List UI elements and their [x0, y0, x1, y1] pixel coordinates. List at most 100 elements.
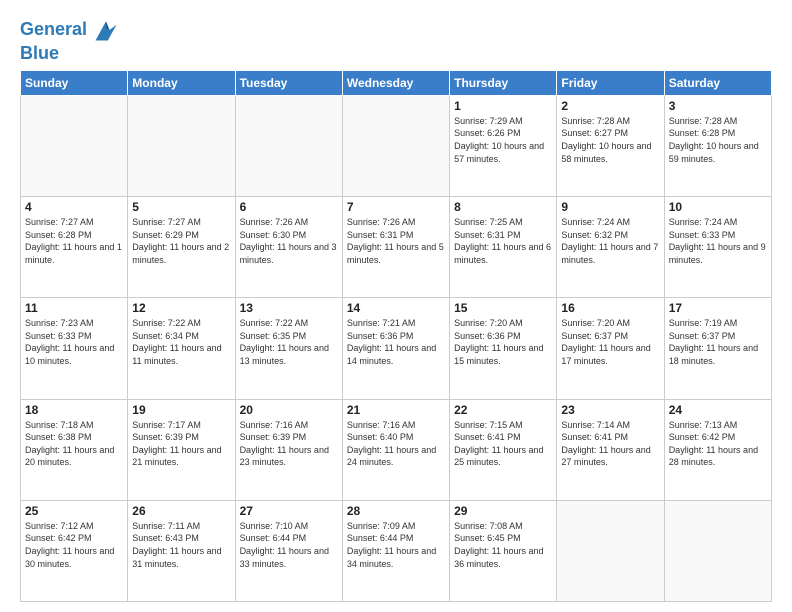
- calendar-cell: 17Sunrise: 7:19 AM Sunset: 6:37 PM Dayli…: [664, 298, 771, 399]
- day-number: 16: [561, 301, 659, 315]
- day-info: Sunrise: 7:23 AM Sunset: 6:33 PM Dayligh…: [25, 317, 123, 367]
- calendar-cell: 20 Sunrise: 7:16 AM Sunset: 6:39 PM Dayli…: [235, 399, 342, 500]
- day-number: 15: [454, 301, 552, 315]
- calendar-cell: 27 Sunrise: 7:10 AM Sunset: 6:44 PM Dayli…: [235, 500, 342, 601]
- day-info: Sunrise: 7:16 AM Sunset: 6:39 PM Dayligh…: [240, 419, 338, 469]
- day-info: Sunrise: 7:12 AM Sunset: 6:42 PM Dayligh…: [25, 520, 123, 570]
- day-number: 13: [240, 301, 338, 315]
- day-number: 24: [669, 403, 767, 417]
- calendar-cell: 6 Sunrise: 7:26 AM Sunset: 6:30 PM Daylig…: [235, 197, 342, 298]
- day-number: 27: [240, 504, 338, 518]
- calendar-cell: 12 Sunrise: 7:22 AM Sunset: 6:34 PM Dayli…: [128, 298, 235, 399]
- day-info: Sunrise: 7:28 AM Sunset: 6:28 PM Dayligh…: [669, 115, 767, 165]
- calendar-cell: [664, 500, 771, 601]
- day-number: 11: [25, 301, 123, 315]
- calendar-cell: 15 Sunrise: 7:20 AM Sunset: 6:36 PM Dayli…: [450, 298, 557, 399]
- day-header-saturday: Saturday: [664, 70, 771, 95]
- day-number: 7: [347, 200, 445, 214]
- day-info: Sunrise: 7:20 AM Sunset: 6:37 PM Dayligh…: [561, 317, 659, 367]
- day-info: Sunrise: 7:08 AM Sunset: 6:45 PM Dayligh…: [454, 520, 552, 570]
- calendar-cell: 3 Sunrise: 7:28 AM Sunset: 6:28 PM Daylig…: [664, 95, 771, 196]
- calendar-cell: 9 Sunrise: 7:24 AM Sunset: 6:32 PM Daylig…: [557, 197, 664, 298]
- page: General Blue SundayMondayTuesdayWednesda…: [0, 0, 792, 612]
- calendar-cell: [128, 95, 235, 196]
- calendar-cell: 23 Sunrise: 7:14 AM Sunset: 6:41 PM Dayli…: [557, 399, 664, 500]
- day-number: 4: [25, 200, 123, 214]
- day-info: Sunrise: 7:28 AM Sunset: 6:27 PM Dayligh…: [561, 115, 659, 165]
- day-number: 29: [454, 504, 552, 518]
- calendar-cell: 5Sunrise: 7:27 AM Sunset: 6:29 PM Daylig…: [128, 197, 235, 298]
- day-number: 19: [132, 403, 230, 417]
- logo-blue-text: Blue: [20, 44, 120, 64]
- calendar-cell: 22 Sunrise: 7:15 AM Sunset: 6:41 PM Dayli…: [450, 399, 557, 500]
- day-info: Sunrise: 7:14 AM Sunset: 6:41 PM Dayligh…: [561, 419, 659, 469]
- day-info: Sunrise: 7:18 AM Sunset: 6:38 PM Dayligh…: [25, 419, 123, 469]
- day-info: Sunrise: 7:27 AM Sunset: 6:28 PM Dayligh…: [25, 216, 123, 266]
- calendar-cell: 7 Sunrise: 7:26 AM Sunset: 6:31 PM Daylig…: [342, 197, 449, 298]
- day-info: Sunrise: 7:25 AM Sunset: 6:31 PM Dayligh…: [454, 216, 552, 266]
- day-info: Sunrise: 7:22 AM Sunset: 6:35 PM Dayligh…: [240, 317, 338, 367]
- calendar-cell: 14 Sunrise: 7:21 AM Sunset: 6:36 PM Dayli…: [342, 298, 449, 399]
- day-number: 3: [669, 99, 767, 113]
- day-info: Sunrise: 7:17 AM Sunset: 6:39 PM Dayligh…: [132, 419, 230, 469]
- day-number: 23: [561, 403, 659, 417]
- logo-text: General: [20, 20, 87, 40]
- day-info: Sunrise: 7:24 AM Sunset: 6:32 PM Dayligh…: [561, 216, 659, 266]
- day-info: Sunrise: 7:26 AM Sunset: 6:30 PM Dayligh…: [240, 216, 338, 266]
- day-info: Sunrise: 7:27 AM Sunset: 6:29 PM Dayligh…: [132, 216, 230, 266]
- calendar-cell: 2 Sunrise: 7:28 AM Sunset: 6:27 PM Daylig…: [557, 95, 664, 196]
- day-header-monday: Monday: [128, 70, 235, 95]
- day-number: 25: [25, 504, 123, 518]
- calendar-cell: 13 Sunrise: 7:22 AM Sunset: 6:35 PM Dayli…: [235, 298, 342, 399]
- calendar-week-3: 18Sunrise: 7:18 AM Sunset: 6:38 PM Dayli…: [21, 399, 772, 500]
- day-info: Sunrise: 7:09 AM Sunset: 6:44 PM Dayligh…: [347, 520, 445, 570]
- calendar-cell: [557, 500, 664, 601]
- day-info: Sunrise: 7:21 AM Sunset: 6:36 PM Dayligh…: [347, 317, 445, 367]
- day-number: 21: [347, 403, 445, 417]
- day-number: 2: [561, 99, 659, 113]
- calendar-cell: [21, 95, 128, 196]
- calendar-week-4: 25 Sunrise: 7:12 AM Sunset: 6:42 PM Dayli…: [21, 500, 772, 601]
- calendar-week-0: 1 Sunrise: 7:29 AM Sunset: 6:26 PM Daylig…: [21, 95, 772, 196]
- day-info: Sunrise: 7:10 AM Sunset: 6:44 PM Dayligh…: [240, 520, 338, 570]
- day-header-thursday: Thursday: [450, 70, 557, 95]
- day-header-sunday: Sunday: [21, 70, 128, 95]
- day-info: Sunrise: 7:29 AM Sunset: 6:26 PM Dayligh…: [454, 115, 552, 165]
- day-number: 9: [561, 200, 659, 214]
- day-number: 6: [240, 200, 338, 214]
- calendar-cell: 4 Sunrise: 7:27 AM Sunset: 6:28 PM Daylig…: [21, 197, 128, 298]
- calendar-cell: 26Sunrise: 7:11 AM Sunset: 6:43 PM Dayli…: [128, 500, 235, 601]
- calendar-cell: 18Sunrise: 7:18 AM Sunset: 6:38 PM Dayli…: [21, 399, 128, 500]
- day-number: 17: [669, 301, 767, 315]
- day-number: 22: [454, 403, 552, 417]
- calendar-cell: 8 Sunrise: 7:25 AM Sunset: 6:31 PM Daylig…: [450, 197, 557, 298]
- calendar-cell: [235, 95, 342, 196]
- day-number: 28: [347, 504, 445, 518]
- calendar-cell: [342, 95, 449, 196]
- day-number: 10: [669, 200, 767, 214]
- calendar-week-2: 11 Sunrise: 7:23 AM Sunset: 6:33 PM Dayli…: [21, 298, 772, 399]
- day-info: Sunrise: 7:24 AM Sunset: 6:33 PM Dayligh…: [669, 216, 767, 266]
- calendar-cell: 28 Sunrise: 7:09 AM Sunset: 6:44 PM Dayli…: [342, 500, 449, 601]
- calendar-cell: 19 Sunrise: 7:17 AM Sunset: 6:39 PM Dayli…: [128, 399, 235, 500]
- day-header-wednesday: Wednesday: [342, 70, 449, 95]
- logo: General Blue: [20, 16, 120, 64]
- day-number: 20: [240, 403, 338, 417]
- day-number: 12: [132, 301, 230, 315]
- header: General Blue: [20, 16, 772, 64]
- day-info: Sunrise: 7:26 AM Sunset: 6:31 PM Dayligh…: [347, 216, 445, 266]
- day-number: 1: [454, 99, 552, 113]
- calendar-cell: 21 Sunrise: 7:16 AM Sunset: 6:40 PM Dayli…: [342, 399, 449, 500]
- day-number: 14: [347, 301, 445, 315]
- day-info: Sunrise: 7:16 AM Sunset: 6:40 PM Dayligh…: [347, 419, 445, 469]
- day-info: Sunrise: 7:20 AM Sunset: 6:36 PM Dayligh…: [454, 317, 552, 367]
- calendar-table: SundayMondayTuesdayWednesdayThursdayFrid…: [20, 70, 772, 602]
- calendar-cell: 29 Sunrise: 7:08 AM Sunset: 6:45 PM Dayli…: [450, 500, 557, 601]
- day-info: Sunrise: 7:13 AM Sunset: 6:42 PM Dayligh…: [669, 419, 767, 469]
- day-info: Sunrise: 7:15 AM Sunset: 6:41 PM Dayligh…: [454, 419, 552, 469]
- calendar-cell: 24 Sunrise: 7:13 AM Sunset: 6:42 PM Dayli…: [664, 399, 771, 500]
- calendar-cell: 11 Sunrise: 7:23 AM Sunset: 6:33 PM Dayli…: [21, 298, 128, 399]
- calendar-cell: 10 Sunrise: 7:24 AM Sunset: 6:33 PM Dayli…: [664, 197, 771, 298]
- day-info: Sunrise: 7:22 AM Sunset: 6:34 PM Dayligh…: [132, 317, 230, 367]
- day-number: 8: [454, 200, 552, 214]
